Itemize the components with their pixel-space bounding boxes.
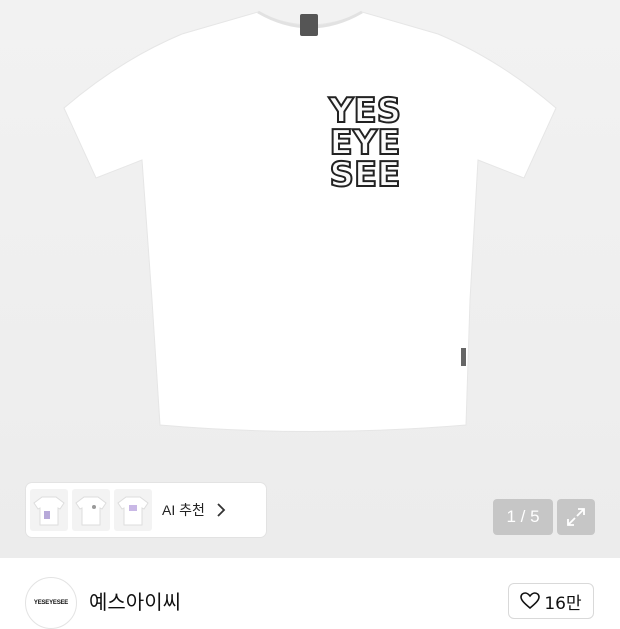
product-image-gallery[interactable]: YES EYE SEE AI 추천 1 / 5 [0, 0, 620, 558]
chest-print: YES EYE SEE [327, 90, 402, 196]
print-line-3: SEE [330, 155, 401, 195]
expand-button[interactable] [557, 499, 595, 535]
recommend-thumbnail-2 [72, 489, 110, 531]
expand-icon [567, 508, 585, 526]
like-button[interactable]: 16만 [508, 583, 594, 619]
chevron-right-icon [217, 503, 226, 517]
recommend-thumbnail-1 [30, 489, 68, 531]
heart-icon [520, 592, 541, 610]
product-image[interactable]: YES EYE SEE [0, 0, 620, 470]
brand-logo-text: YESEYESEE [33, 600, 69, 606]
brand-logo[interactable]: YESEYESEE [25, 577, 77, 629]
like-count: 16만 [544, 593, 582, 614]
image-counter: 1 / 5 [493, 499, 553, 535]
ai-recommend-chip[interactable]: AI 추천 [26, 483, 266, 537]
side-tag [461, 348, 466, 366]
neck-label [300, 14, 318, 36]
tshirt-shape [63, 11, 557, 432]
brand-name[interactable]: 예스아이씨 [89, 586, 181, 615]
recommend-thumbnail-3 [114, 489, 152, 531]
ai-recommend-label: AI 추천 [162, 502, 205, 518]
